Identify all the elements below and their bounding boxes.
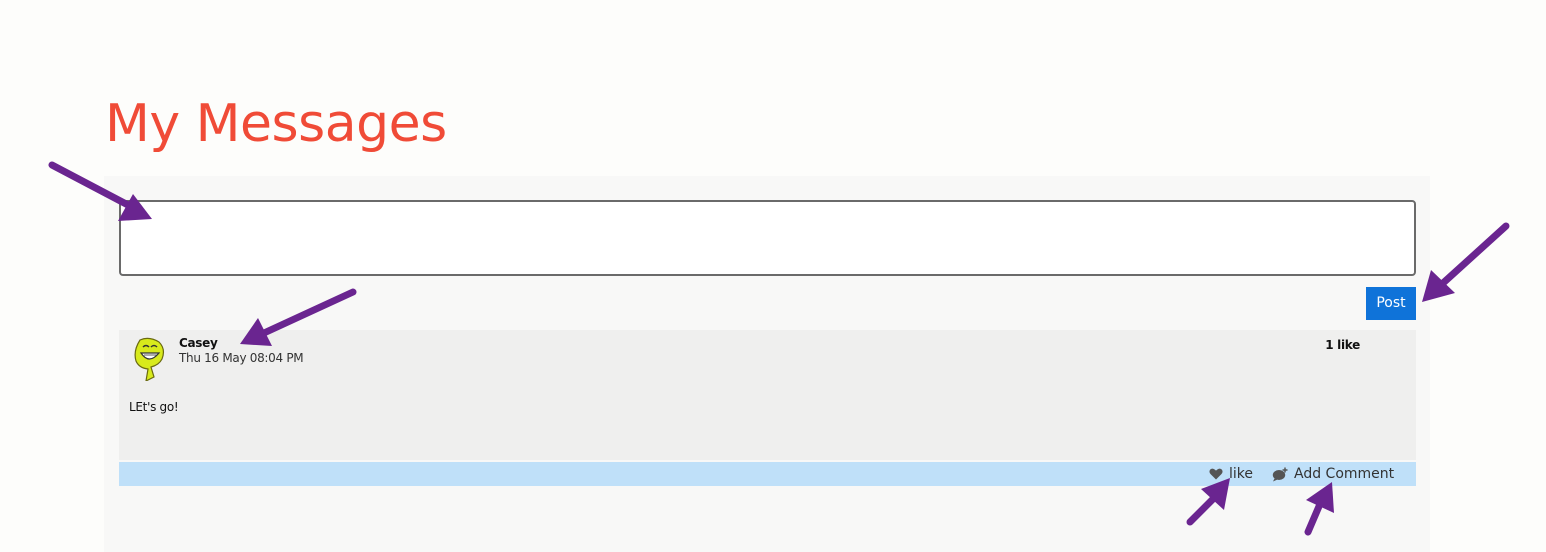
like-label: like bbox=[1229, 466, 1254, 482]
heart-icon bbox=[1209, 468, 1223, 480]
page-title: My Messages bbox=[105, 94, 447, 154]
add-comment-button[interactable]: Add Comment bbox=[1272, 462, 1394, 486]
add-comment-label: Add Comment bbox=[1294, 466, 1395, 482]
messages-panel: Post Casey Thu 16 May 08:04 PM 1 like LE… bbox=[104, 176, 1430, 552]
annotation-arrow bbox=[1438, 222, 1510, 288]
message-action-bar: like Add Comment bbox=[119, 462, 1416, 486]
post-button[interactable]: Post bbox=[1366, 287, 1416, 320]
message-card: Casey Thu 16 May 08:04 PM 1 like LEt's g… bbox=[119, 330, 1416, 460]
add-comment-icon bbox=[1272, 467, 1288, 482]
message-body: LEt's go! bbox=[129, 400, 179, 414]
message-author[interactable]: Casey bbox=[179, 336, 218, 350]
like-button[interactable]: like bbox=[1209, 462, 1253, 486]
smiley-avatar-icon bbox=[131, 337, 167, 383]
message-timestamp: Thu 16 May 08:04 PM bbox=[179, 351, 304, 365]
like-count: 1 like bbox=[1325, 338, 1360, 352]
message-input[interactable] bbox=[119, 200, 1416, 276]
